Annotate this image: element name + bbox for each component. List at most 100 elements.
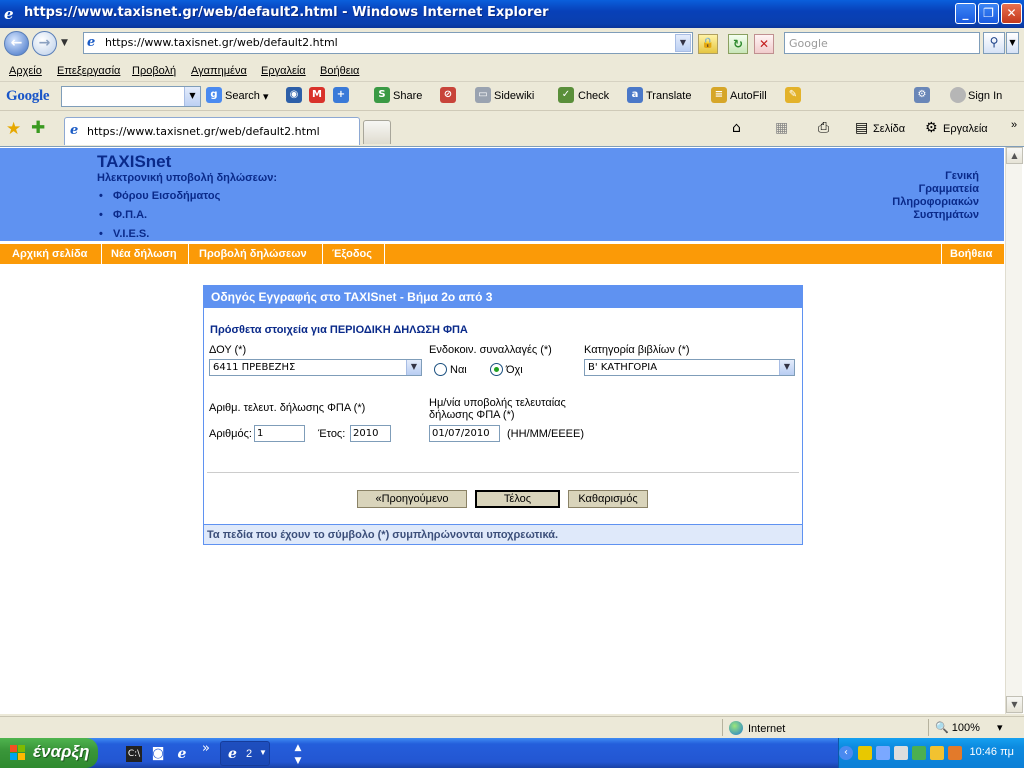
menu-edit[interactable]: Επεξεργασία	[57, 65, 120, 77]
share-button[interactable]: Share	[393, 90, 422, 102]
add-plus-icon[interactable]: +	[333, 87, 349, 103]
zoom-magnifier-icon: 🔍	[935, 722, 949, 734]
home-icon[interactable]: ⌂	[732, 120, 741, 136]
recent-pages-dropdown-icon[interactable]: ▼	[61, 38, 68, 48]
nav-home[interactable]: Αρχική σελίδα	[12, 248, 87, 260]
command-prompt-icon[interactable]: C:\	[126, 746, 142, 762]
translate-button[interactable]: Translate	[646, 90, 691, 102]
sign-in-button[interactable]: Sign In	[968, 90, 1002, 102]
google-search-dropdown-icon[interactable]: ▼	[184, 87, 200, 106]
previous-button[interactable]: «Προηγούμενο	[357, 490, 467, 508]
date-format-hint: (ΗΗ/ΜΜ/ΕΕΕΕ)	[507, 428, 584, 440]
chevron-down-icon[interactable]: ▼	[406, 360, 421, 375]
intra-yes-radio[interactable]	[434, 363, 447, 376]
google-search-input[interactable]: ▼	[61, 86, 201, 107]
vertical-scrollbar[interactable]: ▲ ▼	[1005, 147, 1023, 714]
show-hidden-icons-chevron[interactable]: ‹	[839, 746, 853, 760]
google-search-button[interactable]: Search	[225, 90, 260, 102]
autofill-button[interactable]: AutoFill	[730, 90, 767, 102]
menu-file[interactable]: Αρχείο	[9, 65, 42, 77]
gmail-icon[interactable]: M	[309, 87, 325, 103]
popup-blocker-icon[interactable]: ⊘	[440, 87, 456, 103]
new-tab-button[interactable]	[363, 120, 391, 144]
highlight-pen-icon[interactable]: ✎	[785, 87, 801, 103]
books-category-select[interactable]: Β' ΚΑΤΗΓΟΡΙΑ ▼	[584, 359, 795, 376]
speaker-icon[interactable]	[930, 746, 944, 760]
finish-button[interactable]: Τέλος	[475, 490, 560, 508]
tab-title: https://www.taxisnet.gr/web/default2.htm…	[87, 125, 320, 138]
antivirus-icon[interactable]	[894, 746, 908, 760]
nav-new-declaration[interactable]: Νέα δήλωση	[111, 248, 177, 260]
submission-date-input[interactable]: 01/07/2010	[429, 425, 500, 442]
forward-arrow-icon: →	[38, 35, 51, 51]
back-arrow-icon: ←	[10, 35, 23, 51]
nav-exit[interactable]: Έξοδος	[332, 248, 372, 260]
nav-view-declarations[interactable]: Προβολή δηλώσεων	[199, 248, 307, 260]
system-clock[interactable]: 10:46 πμ	[969, 746, 1014, 758]
translate-icon: a	[627, 87, 643, 103]
chevron-down-icon[interactable]: ▼	[779, 360, 794, 375]
start-button[interactable]: έναρξη	[0, 738, 98, 768]
check-button[interactable]: Check	[578, 90, 609, 102]
security-lock-icon[interactable]: 🔒	[698, 34, 718, 54]
tools-gear-icon: ⚙	[925, 120, 938, 136]
refresh-button[interactable]: ↻	[728, 34, 748, 54]
window-title-bar[interactable]: e https://www.taxisnet.gr/web/default2.h…	[0, 0, 1024, 28]
start-label: έναρξη	[33, 742, 90, 761]
nav-help[interactable]: Βοήθεια	[950, 248, 992, 260]
maximize-button[interactable]: ❐	[978, 3, 999, 24]
security-zone[interactable]: Internet	[729, 721, 785, 735]
menu-view[interactable]: Προβολή	[132, 65, 176, 77]
menu-tools[interactable]: Εργαλεία	[261, 65, 306, 77]
address-dropdown-icon[interactable]: ▼	[675, 34, 691, 52]
zoom-dropdown-icon[interactable]: ▾	[997, 722, 1003, 734]
back-button[interactable]: ←	[4, 31, 29, 56]
close-button[interactable]: ✕	[1001, 3, 1022, 24]
quicklaunch-more-chevron[interactable]: »	[198, 741, 214, 757]
year-input[interactable]: 2010	[350, 425, 391, 442]
globe-icon[interactable]: ◉	[286, 87, 302, 103]
forward-button[interactable]: →	[32, 31, 57, 56]
minimize-button[interactable]: _	[955, 3, 976, 24]
taskbar-scroll-down-icon[interactable]: ▼	[290, 753, 306, 768]
print-icon[interactable]: ⎙	[818, 120, 829, 136]
search-go-button[interactable]: ⚲	[983, 32, 1005, 54]
address-url[interactable]: https://www.taxisnet.gr/web/default2.htm…	[105, 36, 338, 49]
gsis-line-4: Συστημάτων	[913, 209, 979, 221]
wizard-title: Οδηγός Εγγραφής στο TAXISnet - Βήμα 2ο α…	[204, 286, 802, 308]
gsis-line-3: Πληροφοριακών	[892, 196, 979, 208]
address-field[interactable]: e https://www.taxisnet.gr/web/default2.h…	[83, 32, 693, 54]
security-center-icon[interactable]	[858, 746, 872, 760]
scroll-down-icon[interactable]: ▼	[1006, 696, 1023, 713]
tools-menu[interactable]: Εργαλεία	[943, 123, 988, 135]
stop-button[interactable]: ✕	[754, 34, 774, 54]
scroll-up-icon[interactable]: ▲	[1006, 147, 1023, 164]
media-player-icon[interactable]: ◙	[150, 746, 166, 762]
number-input[interactable]: 1	[254, 425, 305, 442]
feeds-icon[interactable]: ▦	[775, 120, 788, 136]
search-input[interactable]: Google	[784, 32, 980, 54]
wrench-settings-icon[interactable]: ⚙	[914, 87, 930, 103]
nav-separator	[101, 244, 102, 264]
menu-favorites[interactable]: Αγαπημένα	[191, 65, 247, 77]
nav-separator	[384, 244, 385, 264]
doy-select[interactable]: 6411 ΠΡΕΒΕΖΗΣ ▼	[209, 359, 422, 376]
clear-button[interactable]: Καθαρισμός	[568, 490, 648, 508]
ie-taskbar-group[interactable]: e 2 ▼	[220, 741, 270, 766]
search-dropdown-icon[interactable]: ▾	[263, 90, 269, 103]
sidewiki-button[interactable]: Sidewiki	[494, 90, 534, 102]
intra-no-radio[interactable]	[490, 363, 503, 376]
language-indicator-icon[interactable]	[948, 746, 962, 760]
search-options-dropdown[interactable]: ▼	[1006, 32, 1019, 54]
menu-help[interactable]: Βοήθεια	[320, 65, 359, 77]
tab-active[interactable]: e https://www.taxisnet.gr/web/default2.h…	[64, 117, 360, 145]
tray-app-icon[interactable]	[912, 746, 926, 760]
internet-explorer-quicklaunch-icon[interactable]: e	[174, 746, 190, 762]
zoom-level[interactable]: 🔍 100% ▾	[935, 721, 1003, 734]
autofill-icon: ≡	[711, 87, 727, 103]
page-menu[interactable]: Σελίδα	[873, 123, 905, 135]
add-favorite-icon[interactable]: ✚	[31, 118, 45, 138]
network-icon[interactable]	[876, 746, 890, 760]
favorites-star-icon[interactable]: ★	[6, 119, 21, 139]
more-commands-chevron[interactable]: »	[1011, 119, 1017, 131]
